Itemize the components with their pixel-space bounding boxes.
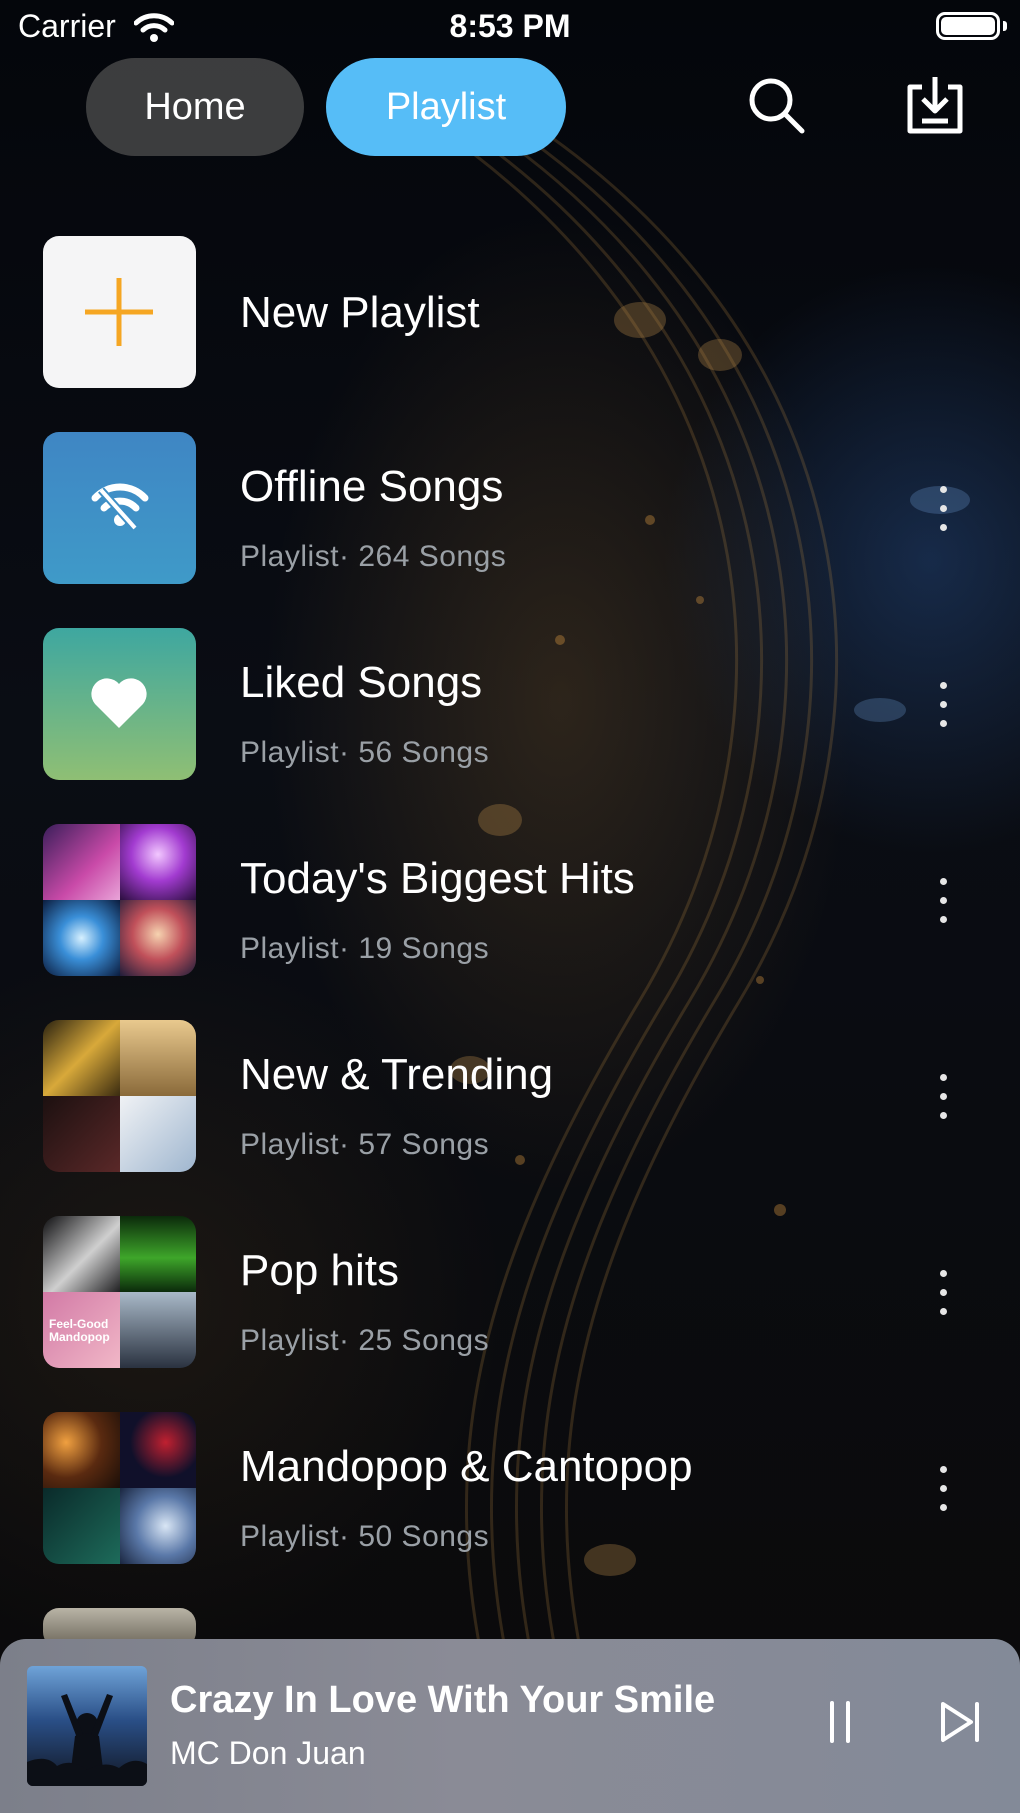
playlist-title: New & Trending bbox=[240, 1050, 554, 1099]
more-options-button[interactable] bbox=[928, 1464, 958, 1514]
tab-playlist[interactable]: Playlist bbox=[326, 58, 566, 156]
now-playing-title: Crazy In Love With Your Smile bbox=[170, 1679, 716, 1721]
search-button[interactable] bbox=[741, 72, 813, 144]
playlist-subtitle: Playlist· 25 Songs bbox=[240, 1324, 490, 1357]
playlist-cover bbox=[43, 432, 196, 584]
more-options-button[interactable] bbox=[928, 680, 958, 730]
now-playing-artist: MC Don Juan bbox=[170, 1735, 366, 1771]
playlist-cover-collage bbox=[43, 1020, 196, 1172]
pause-icon bbox=[820, 1699, 860, 1750]
playlist-subtitle: Playlist· 264 Songs bbox=[240, 540, 507, 573]
battery-icon bbox=[936, 12, 1000, 40]
battery-cap bbox=[1003, 21, 1007, 31]
plus-icon bbox=[43, 278, 196, 388]
clock: 8:53 PM bbox=[449, 8, 571, 44]
status-bar: Carrier 8:53 PM bbox=[0, 0, 1020, 56]
playlist-cover-collage bbox=[43, 824, 196, 976]
playlist-title: Liked Songs bbox=[240, 658, 483, 707]
playlist-cover bbox=[43, 628, 196, 780]
tab-home[interactable]: Home bbox=[86, 58, 304, 156]
playlist-subtitle: Playlist· 50 Songs bbox=[240, 1520, 490, 1553]
heart-icon bbox=[43, 678, 196, 780]
playlist-row-todays-biggest-hits[interactable]: Today's Biggest Hits Playlist· 19 Songs bbox=[0, 824, 1020, 976]
playlist-cover-collage bbox=[43, 1412, 196, 1564]
more-options-button[interactable] bbox=[928, 1072, 958, 1122]
offline-wifi-icon bbox=[43, 483, 196, 584]
playlist-title: Offline Songs bbox=[240, 462, 504, 511]
playlist-subtitle: Playlist· 56 Songs bbox=[240, 736, 490, 769]
more-options-button[interactable] bbox=[928, 484, 958, 534]
more-options-button[interactable] bbox=[928, 1268, 958, 1318]
playlist-title: Pop hits bbox=[240, 1246, 399, 1295]
now-playing-artwork bbox=[27, 1666, 147, 1786]
new-playlist-tile bbox=[43, 236, 196, 388]
more-options-button[interactable] bbox=[928, 876, 958, 926]
next-track-icon bbox=[937, 1699, 983, 1750]
playlist-cover-collage: Feel-Good Mandopop bbox=[43, 1216, 196, 1368]
new-playlist-label: New Playlist bbox=[240, 288, 480, 337]
now-playing-bar[interactable]: Crazy In Love With Your Smile MC Don Jua… bbox=[0, 1639, 1020, 1813]
playlist-row-offline-songs[interactable]: Offline Songs Playlist· 264 Songs bbox=[0, 432, 1020, 584]
playlist-subtitle: Playlist· 19 Songs bbox=[240, 932, 490, 965]
playlist-subtitle: Playlist· 57 Songs bbox=[240, 1128, 490, 1161]
playlist-row-mandopop-cantopop[interactable]: Mandopop & Cantopop Playlist· 50 Songs bbox=[0, 1412, 1020, 1564]
playlist-row-new-trending[interactable]: New & Trending Playlist· 57 Songs bbox=[0, 1020, 1020, 1172]
next-track-button[interactable] bbox=[925, 1689, 995, 1759]
playlist-row-liked-songs[interactable]: Liked Songs Playlist· 56 Songs bbox=[0, 628, 1020, 780]
new-playlist-row[interactable]: New Playlist bbox=[0, 236, 1020, 388]
playlist-title: Mandopop & Cantopop bbox=[240, 1442, 693, 1491]
pause-button[interactable] bbox=[805, 1689, 875, 1759]
download-icon bbox=[902, 73, 968, 144]
playlist-title: Today's Biggest Hits bbox=[240, 854, 635, 903]
playlist-row-pop-hits[interactable]: Feel-Good Mandopop Pop hits Playlist· 25… bbox=[0, 1216, 1020, 1368]
search-icon bbox=[746, 75, 808, 142]
cover-text: Feel-Good Mandopop bbox=[49, 1317, 110, 1344]
download-button[interactable] bbox=[899, 72, 971, 144]
